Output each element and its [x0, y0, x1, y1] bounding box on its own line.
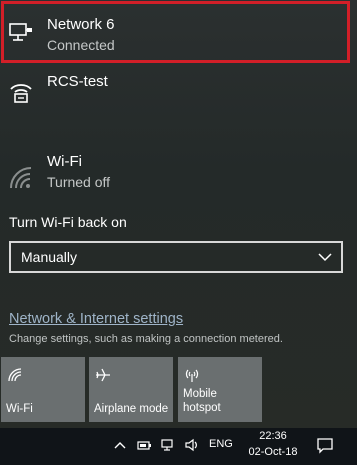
clock-date[interactable]: 02-Oct-18: [243, 446, 303, 458]
turn-wifi-on-dropdown[interactable]: Manually: [9, 241, 343, 273]
wifi-label: Wi-Fi: [47, 153, 82, 170]
network-status: Connected: [47, 37, 115, 53]
volume-icon[interactable]: [184, 437, 200, 453]
chevron-down-icon: [318, 253, 332, 262]
network-name: RCS-test: [47, 73, 108, 90]
taskbar: ENG 22:36 02-Oct-18: [0, 428, 357, 465]
network-item-network-6[interactable]: Network 6 Connected: [0, 0, 357, 68]
chevron-up-icon[interactable]: [112, 437, 128, 453]
network-item-rcs-test[interactable]: RCS-test: [0, 68, 357, 118]
language-indicator[interactable]: ENG: [209, 438, 233, 450]
network-settings-description: Change settings, such as making a connec…: [9, 333, 283, 345]
ethernet-icon: [9, 23, 32, 41]
network-flyout: Network 6 Connected RCS-test Wi-Fi Turne…: [0, 0, 357, 428]
quick-action-airplane-mode[interactable]: Airplane mode: [89, 357, 173, 422]
battery-icon[interactable]: [136, 437, 152, 453]
turn-wifi-on-label: Turn Wi-Fi back on: [9, 214, 127, 230]
tile-label-line1: Mobile: [183, 388, 217, 400]
network-name: Network 6: [47, 16, 115, 33]
quick-action-wifi[interactable]: Wi-Fi: [1, 357, 85, 422]
tile-label: Airplane mode: [94, 403, 169, 415]
wifi-icon: [8, 368, 22, 382]
hotspot-icon: [185, 369, 199, 382]
tile-label: Wi-Fi: [6, 403, 33, 415]
network-item-wifi[interactable]: Wi-Fi Turned off: [0, 148, 357, 198]
quick-action-mobile-hotspot[interactable]: Mobile hotspot: [178, 357, 262, 422]
network-icon[interactable]: [160, 437, 176, 453]
wifi-off-icon: [10, 167, 32, 189]
tile-label: Mobile hotspot: [183, 387, 221, 415]
dropdown-value: Manually: [21, 249, 78, 265]
tile-label-line2: hotspot: [183, 402, 221, 414]
airplane-icon: [96, 368, 110, 382]
network-settings-link[interactable]: Network & Internet settings: [9, 311, 183, 327]
wifi-status: Turned off: [47, 174, 111, 190]
clock-time[interactable]: 22:36: [256, 430, 290, 442]
dialup-icon: [10, 84, 32, 103]
notification-icon[interactable]: [316, 436, 334, 454]
